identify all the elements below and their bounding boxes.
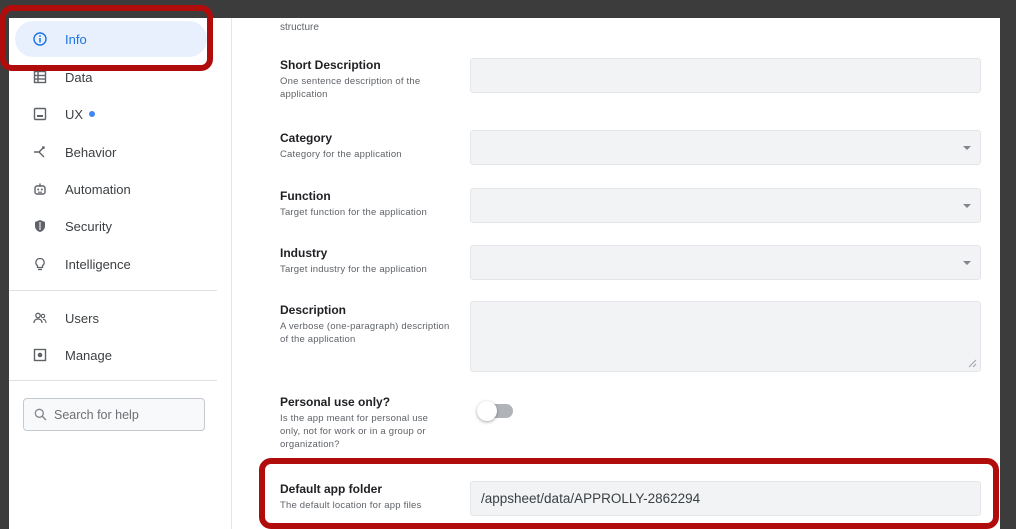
lightbulb-icon [31, 255, 49, 273]
sidebar-item-label: Intelligence [65, 256, 131, 272]
highlight-box-default-folder [259, 458, 999, 529]
short-description-row: Short Description One sentence descripti… [280, 58, 450, 101]
field-description: Category for the application [280, 149, 402, 160]
industry-row: Industry Target industry for the applica… [280, 246, 450, 276]
personal-use-row: Personal use only? Is the app meant for … [280, 395, 450, 451]
category-select[interactable] [470, 130, 981, 165]
field-description: Target industry for the application [280, 264, 427, 275]
personal-use-toggle[interactable] [477, 401, 513, 421]
sidebar: Info Data UX Behavior Automation Securit… [9, 18, 232, 529]
sidebar-item-label: Automation [65, 181, 131, 197]
sidebar-item-label: Users [65, 310, 99, 326]
search-placeholder: Search for help [54, 407, 139, 422]
field-description: A verbose (one-paragraph) description of… [280, 321, 450, 345]
sidebar-item-behavior[interactable]: Behavior [15, 134, 207, 170]
description-row: Description A verbose (one-paragraph) de… [280, 303, 450, 346]
field-label: Short Description [280, 58, 381, 72]
search-icon [34, 408, 47, 421]
manage-icon [31, 346, 49, 364]
field-label: Function [280, 189, 331, 203]
highlight-box-info [0, 5, 213, 71]
resize-handle-icon[interactable] [968, 359, 977, 368]
sidebar-item-label: Data [65, 69, 93, 85]
field-label: Description [280, 303, 347, 317]
unsaved-dot-indicator [89, 111, 96, 117]
sidebar-item-manage[interactable]: Manage [15, 337, 207, 373]
sidebar-divider [9, 290, 217, 291]
short-description-input[interactable] [470, 58, 981, 93]
category-row: Category Category for the application [280, 131, 450, 161]
sidebar-item-security[interactable]: Security [15, 208, 207, 244]
field-label: Category [280, 131, 333, 145]
function-row: Function Target function for the applica… [280, 189, 450, 219]
function-select[interactable] [470, 188, 981, 223]
robot-icon [31, 180, 49, 198]
window-left-edge [0, 0, 9, 529]
field-description: Is the app meant for personal use only, … [280, 413, 429, 450]
app-info-form: structure Short Description One sentence… [232, 18, 1000, 529]
previous-field-desc-fragment: structure [280, 22, 319, 33]
sidebar-item-label: UX [65, 106, 84, 122]
sidebar-divider [9, 380, 217, 381]
field-label: Industry [280, 246, 328, 260]
shield-icon [31, 217, 49, 235]
field-label: Personal use only? [280, 395, 391, 409]
sidebar-item-users[interactable]: Users [15, 300, 207, 336]
sidebar-item-label: Manage [65, 347, 112, 363]
field-description: One sentence description of the applicat… [280, 76, 421, 100]
help-search-input[interactable]: Search for help [23, 398, 205, 431]
behavior-branch-icon [31, 143, 49, 161]
toggle-knob [477, 401, 497, 421]
industry-select[interactable] [470, 245, 981, 280]
ux-layout-icon [31, 105, 49, 123]
window-right-edge [1000, 0, 1016, 529]
sidebar-item-intelligence[interactable]: Intelligence [15, 246, 207, 282]
sidebar-item-label: Behavior [65, 144, 117, 160]
field-description: Target function for the application [280, 207, 427, 218]
sidebar-item-ux[interactable]: UX [15, 96, 207, 132]
description-textarea[interactable] [470, 301, 981, 372]
sidebar-item-automation[interactable]: Automation [15, 171, 207, 207]
sidebar-item-label: Security [65, 218, 112, 234]
users-icon [31, 309, 49, 327]
